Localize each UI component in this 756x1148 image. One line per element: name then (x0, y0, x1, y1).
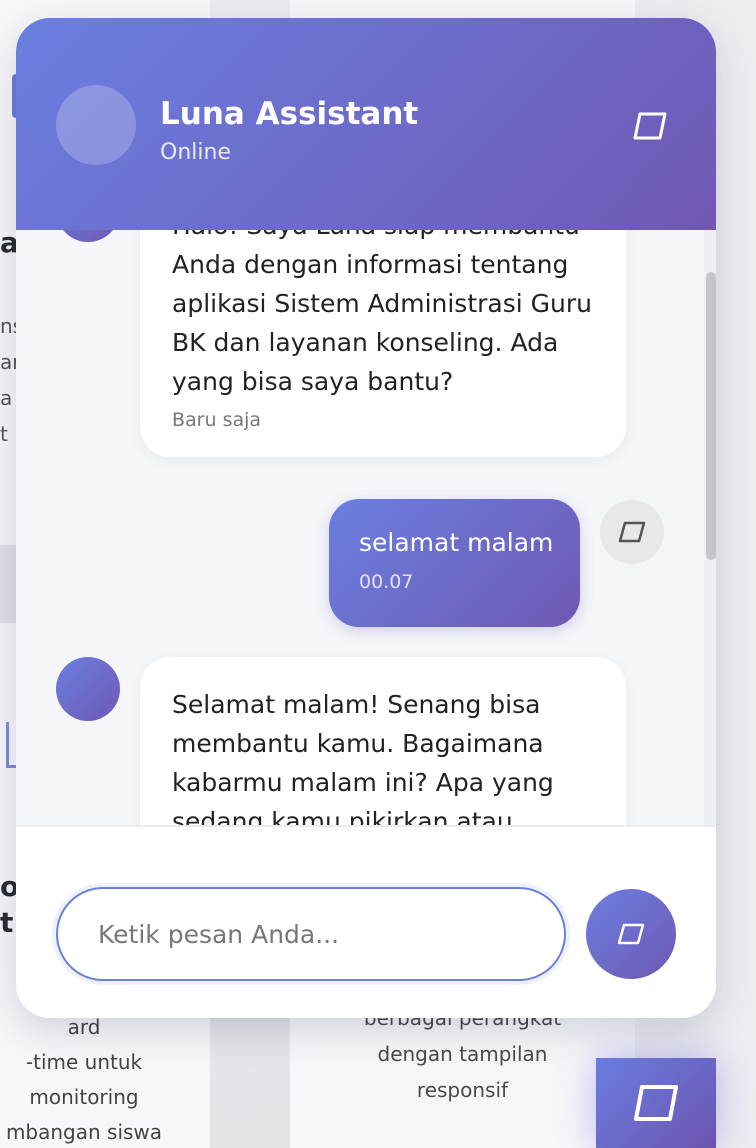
chat-input-area (16, 825, 716, 1018)
bot-message: Halo! Saya Luna siap membantu Anda denga… (140, 230, 626, 457)
square-outline-icon (633, 112, 667, 140)
message-time: Baru saja (172, 409, 262, 431)
message-input[interactable] (56, 887, 566, 981)
background-snippet-line: a (0, 386, 13, 410)
bot-message: Selamat malam! Senang bisa membantu kamu… (140, 657, 626, 825)
square-outline-icon (617, 923, 645, 945)
background-card-left-description: ard -time untuk monitoring mbangan siswa (5, 1015, 163, 1144)
chat-header: Luna Assistant Online (16, 18, 716, 230)
square-outline-icon (634, 1085, 678, 1121)
background-heading-bottom: t (0, 906, 14, 939)
message-text: selamat malam (359, 528, 554, 557)
user-message: selamat malam 00.07 (329, 499, 580, 627)
scrollbar-thumb[interactable] (706, 272, 716, 560)
message-input-wrapper (52, 883, 570, 985)
message-text: Halo! Saya Luna siap membantu Anda denga… (172, 230, 592, 396)
bot-avatar (56, 657, 120, 721)
assistant-name: Luna Assistant (160, 96, 419, 132)
message-list[interactable]: Halo! Saya Luna siap membantu Anda denga… (16, 230, 716, 825)
message-time: 00.07 (359, 571, 414, 593)
chat-widget: Luna Assistant Online Halo! Saya Luna si… (16, 18, 716, 1018)
send-button[interactable] (586, 889, 676, 979)
square-outline-icon (618, 521, 646, 543)
background-bracket (6, 722, 16, 768)
assistant-avatar (56, 85, 136, 165)
user-avatar (600, 500, 664, 564)
chat-toggle-button[interactable] (596, 1058, 716, 1148)
assistant-status: Online (160, 140, 231, 165)
bot-avatar (56, 230, 120, 242)
message-scrollbar[interactable] (704, 230, 716, 825)
close-chat-button[interactable] (628, 104, 672, 148)
message-text: Selamat malam! Senang bisa membantu kamu… (172, 690, 554, 825)
background-snippet-line: t (0, 422, 8, 446)
